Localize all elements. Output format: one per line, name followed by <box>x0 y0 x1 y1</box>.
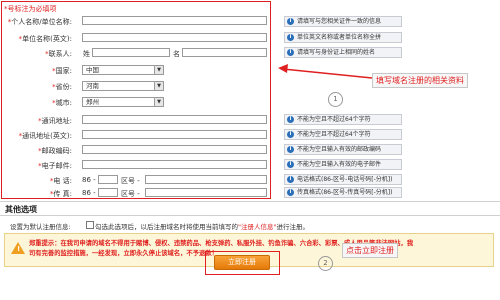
phone-number-input[interactable] <box>145 175 267 184</box>
register-now-button[interactable]: 立即注册 <box>214 255 270 270</box>
address-en-input[interactable] <box>82 130 267 139</box>
fax-area-label: 区号 - <box>121 190 140 198</box>
first-name-label: 名 <box>173 50 180 58</box>
name-input[interactable] <box>82 16 267 25</box>
label-name-en: *单位名称(英文): <box>18 35 72 43</box>
fax-country-code: 86 - <box>82 189 96 197</box>
address-input[interactable] <box>82 115 267 124</box>
step-marker-1: 1 <box>328 92 343 107</box>
info-icon: i <box>287 49 294 56</box>
hint-name-en: i 单位英文名称或者单位名称全拼 <box>284 32 402 43</box>
label-name: *个人名称/单位名称: <box>7 18 72 26</box>
hint-email: i 不能为空且输入有效的电子邮件 <box>284 159 402 170</box>
default-info-text: 勾选此选项后，以后注册域名时将使用当前填写的"注册人信息"进行注册。 <box>95 223 309 231</box>
fax-number-input[interactable] <box>145 188 267 197</box>
label-postcode: *邮政编码: <box>38 147 72 155</box>
default-info-label: 设置为默认注册信息: <box>10 223 71 231</box>
section-divider <box>0 201 500 202</box>
hint-contact: i 请填写与身份证上相同的姓名 <box>284 47 402 58</box>
label-address-en: *通讯地址(英文): <box>18 132 72 140</box>
chevron-down-icon: ▼ <box>154 66 163 74</box>
last-name-label: 姓 <box>83 50 90 58</box>
phone-area-label: 区号 - <box>121 177 140 185</box>
phone-country-code: 86 - <box>82 176 96 184</box>
chevron-down-icon: ▼ <box>154 98 163 106</box>
hint-fax: i 传真格式(86-区号-传真号码[-分机]) <box>284 187 402 198</box>
info-icon: i <box>287 189 294 196</box>
info-icon: i <box>287 18 294 25</box>
label-province: *省份: <box>52 83 72 91</box>
annotation-callout-1: 填写域名注册的相关资料 <box>372 73 468 88</box>
label-country: *国家: <box>52 67 72 75</box>
arrow-to-form <box>282 68 373 79</box>
arrow-head-form <box>278 64 288 73</box>
hint-phone: i 电话格式(86-区号-电话号码[-分机]) <box>284 174 402 185</box>
chevron-down-icon: ▼ <box>154 82 163 90</box>
hint-postcode: i 不能为空且输入有效的邮政编码 <box>284 144 402 155</box>
phone-area-input[interactable] <box>98 175 118 184</box>
required-note: *号标注为必填项 <box>4 5 57 13</box>
country-select[interactable]: 中国 ▼ <box>82 65 164 75</box>
label-fax: *传 真: <box>49 190 72 198</box>
info-icon: i <box>287 116 294 123</box>
label-contact: *联系人: <box>45 50 72 58</box>
other-options-title: 其他选项 <box>5 205 37 214</box>
email-input[interactable] <box>82 160 267 169</box>
hint-address: i 不能为空且不超过64个字符 <box>284 114 402 125</box>
info-icon: i <box>287 176 294 183</box>
step-marker-2: 2 <box>318 256 333 271</box>
hint-name: i 请填写与您相关证件一致的信息 <box>284 16 402 27</box>
hint-address-en: i 不能为空且不超过64个字符 <box>284 129 402 140</box>
first-name-input[interactable] <box>182 48 267 57</box>
name-en-input[interactable] <box>82 33 267 42</box>
label-address: *通讯地址: <box>38 117 72 125</box>
warning-prefix: 郑重提示： <box>29 240 61 247</box>
fax-area-input[interactable] <box>98 188 118 197</box>
info-icon: i <box>287 34 294 41</box>
province-select[interactable]: 河南 ▼ <box>82 81 164 91</box>
postcode-input[interactable] <box>82 145 267 154</box>
info-icon: i <box>287 161 294 168</box>
city-select[interactable]: 郑州 ▼ <box>82 97 164 107</box>
section-divider-2 <box>0 215 500 216</box>
annotation-callout-2: 点击立即注册 <box>342 243 398 258</box>
label-email: *电子邮件: <box>38 162 72 170</box>
label-phone: *电 话: <box>49 177 72 185</box>
info-icon: i <box>287 131 294 138</box>
default-info-checkbox[interactable] <box>86 221 94 229</box>
info-icon: i <box>287 146 294 153</box>
last-name-input[interactable] <box>92 48 170 57</box>
label-city: *城市: <box>52 99 72 107</box>
registrant-info-link[interactable]: "注册人信息" <box>238 223 276 231</box>
